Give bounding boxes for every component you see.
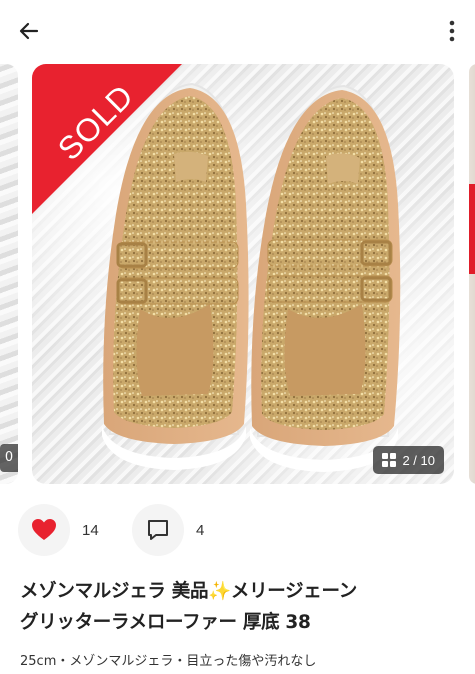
- photo-counter-text: 2 / 10: [402, 452, 435, 468]
- more-options-button[interactable]: [437, 16, 467, 46]
- product-photo[interactable]: SOLD 2 / 10: [32, 64, 454, 484]
- like-button[interactable]: [18, 504, 70, 556]
- like-count: 14: [82, 521, 99, 539]
- comment-icon: [148, 520, 168, 540]
- top-bar: [0, 0, 475, 62]
- item-details-summary: 25cm・メゾンマルジェラ・目立った傷や汚れなし: [20, 654, 317, 669]
- previous-photo-peek[interactable]: 0: [0, 64, 18, 484]
- photo-carousel[interactable]: 0 SOLD 2 / 10: [0, 62, 475, 486]
- item-title-line-2: グリッターラメローファー 厚底 38: [20, 612, 311, 633]
- sold-ribbon: SOLD: [32, 64, 182, 214]
- comment-button[interactable]: [132, 504, 184, 556]
- item-title: メゾンマルジェラ 美品✨メリージェーン グリッターラメローファー 厚底 38: [20, 576, 460, 638]
- item-title-line-1: メゾンマルジェラ 美品✨メリージェーン: [20, 581, 357, 602]
- arrow-left-icon: [19, 22, 39, 40]
- heart-icon: [32, 519, 56, 540]
- next-photo-peek[interactable]: [469, 64, 475, 484]
- photo-counter[interactable]: 2 / 10: [373, 446, 444, 474]
- grid-icon: [382, 453, 397, 467]
- previous-photo-counter: 0: [0, 444, 18, 472]
- engagement-actions: 14 4: [18, 504, 204, 556]
- back-button[interactable]: [14, 16, 44, 46]
- comment-count: 4: [196, 521, 205, 539]
- more-vertical-icon: [449, 20, 455, 42]
